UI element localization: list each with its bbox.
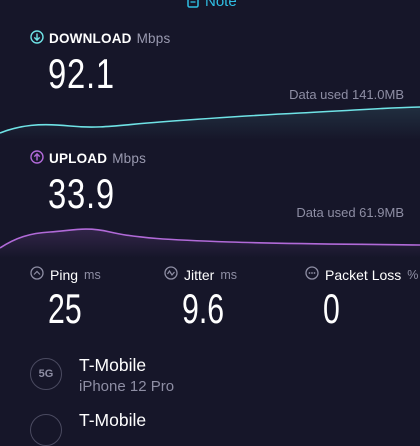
packet-loss-title: Packet Loss — [325, 266, 402, 283]
network-5g-badge: 5G — [30, 358, 62, 390]
note-button[interactable]: Note — [187, 0, 237, 10]
upload-arrow-icon — [30, 150, 44, 167]
download-title: DOWNLOAD — [49, 31, 132, 46]
download-unit: Mbps — [136, 31, 171, 46]
upload-title: UPLOAD — [49, 151, 108, 166]
packet-loss-unit: % — [407, 267, 419, 282]
download-header: DOWNLOAD Mbps — [30, 30, 170, 47]
packet-loss-header: Packet Loss % — [305, 266, 418, 283]
ping-unit: ms — [84, 267, 101, 282]
upload-header: UPLOAD Mbps — [30, 150, 146, 167]
packet-loss-value: 0 — [323, 285, 340, 332]
download-arrow-icon — [30, 30, 44, 47]
upload-speed-value: 33.9 — [48, 170, 115, 217]
ping-header: Ping ms — [30, 266, 101, 283]
jitter-unit: ms — [220, 267, 238, 282]
packet-loss-icon — [305, 266, 319, 283]
download-graph — [0, 106, 420, 140]
server-provider-name: T-Mobile — [79, 410, 147, 430]
server-row[interactable]: T-Mobile — [30, 410, 146, 446]
upload-graph — [0, 228, 420, 258]
provider-device: iPhone 12 Pro — [79, 378, 175, 395]
jitter-header: Jitter ms — [164, 266, 237, 283]
note-icon — [187, 0, 199, 8]
server-icon — [30, 414, 62, 446]
jitter-icon — [164, 266, 178, 283]
download-speed-value: 92.1 — [48, 50, 115, 97]
ping-title: Ping — [50, 266, 79, 283]
jitter-value: 9.6 — [182, 285, 225, 332]
ping-icon — [30, 266, 44, 283]
provider-row[interactable]: 5G T-Mobile iPhone 12 Pro — [30, 355, 174, 395]
provider-name: T-Mobile — [79, 355, 147, 375]
upload-unit: Mbps — [112, 151, 147, 166]
note-label: Note — [205, 0, 237, 10]
jitter-title: Jitter — [184, 266, 215, 283]
ping-value: 25 — [48, 285, 82, 332]
